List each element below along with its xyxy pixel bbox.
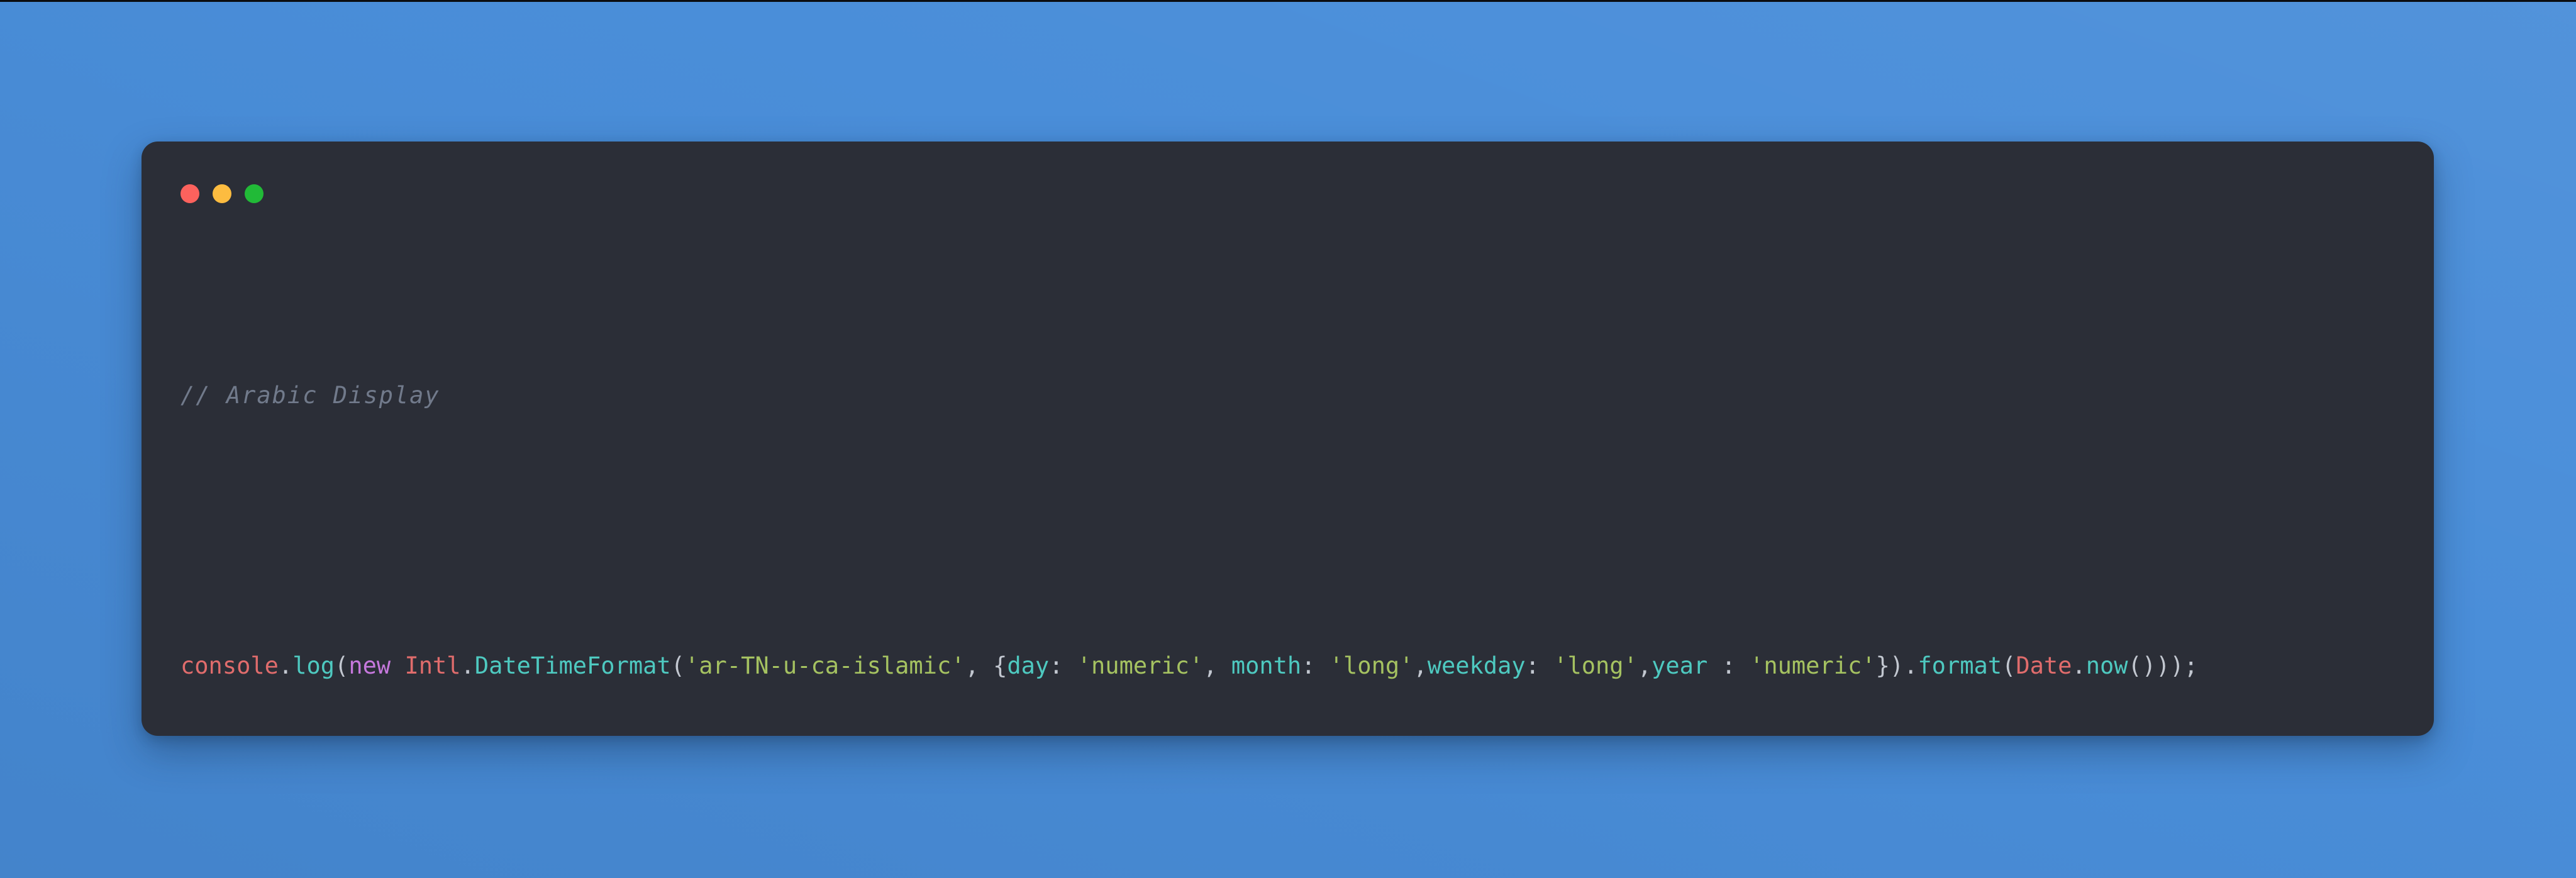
token-log: log [292,652,335,679]
token-locale-string: 'ar-TN-u-ca-islamic' [684,652,965,679]
token-new-keyword: new [348,652,405,679]
token-date: Date [2016,652,2072,679]
token-value-month: 'long' [1329,652,1414,679]
token-paren-open: ( [2002,652,2016,679]
token-console: console [180,652,279,679]
token-brace-close: } [1875,652,1890,679]
token-paren-open: ( [670,652,685,679]
token-comma: , [1413,652,1428,679]
token-prop-day: day [1007,652,1050,679]
token-prop-weekday: weekday [1427,652,1526,679]
token-value-year: 'numeric' [1750,652,1876,679]
maximize-button-icon[interactable] [245,184,264,203]
code-spacer [180,499,2409,525]
token-colon: : [1707,652,1750,679]
token-value-weekday: 'long' [1553,652,1638,679]
code-snippet-window: // Arabic Display console.log(new Intl.D… [142,142,2434,736]
code-comment-arabic: // Arabic Display [180,382,440,409]
token-brace-open: { [993,652,1008,679]
traffic-light-controls [180,184,264,203]
window-titlebar[interactable] [142,142,2434,214]
token-now: now [2085,652,2128,679]
token-prop-year: year [1652,652,1708,679]
token-closing-parens: ())); [2128,652,2198,679]
token-format: format [1918,652,2002,679]
token-dot: . [2072,652,2086,679]
token-colon: : [1049,652,1077,679]
token-prop-month: month [1231,652,1302,679]
token-colon: : [1301,652,1330,679]
close-button-icon[interactable] [180,184,199,203]
token-paren-open: ( [335,652,349,679]
code-statement-arabic: console.log(new Intl.DateTimeFormat('ar-… [180,646,2409,686]
screen-top-edge [0,0,2576,2]
token-comma: , [965,652,994,679]
token-dot: . [1904,652,1918,679]
token-comma: , [1203,652,1231,679]
minimize-button-icon[interactable] [213,184,231,203]
token-paren-close: ) [1889,652,1904,679]
token-dot: . [278,652,293,679]
token-intl: Intl [404,652,461,679]
code-editor-content[interactable]: // Arabic Display console.log(new Intl.D… [180,214,2409,723]
token-datetimeformat: DateTimeFormat [474,652,671,679]
token-comma: , [1637,652,1652,679]
token-dot: . [460,652,475,679]
token-colon: : [1525,652,1554,679]
token-value-day: 'numeric' [1077,652,1204,679]
